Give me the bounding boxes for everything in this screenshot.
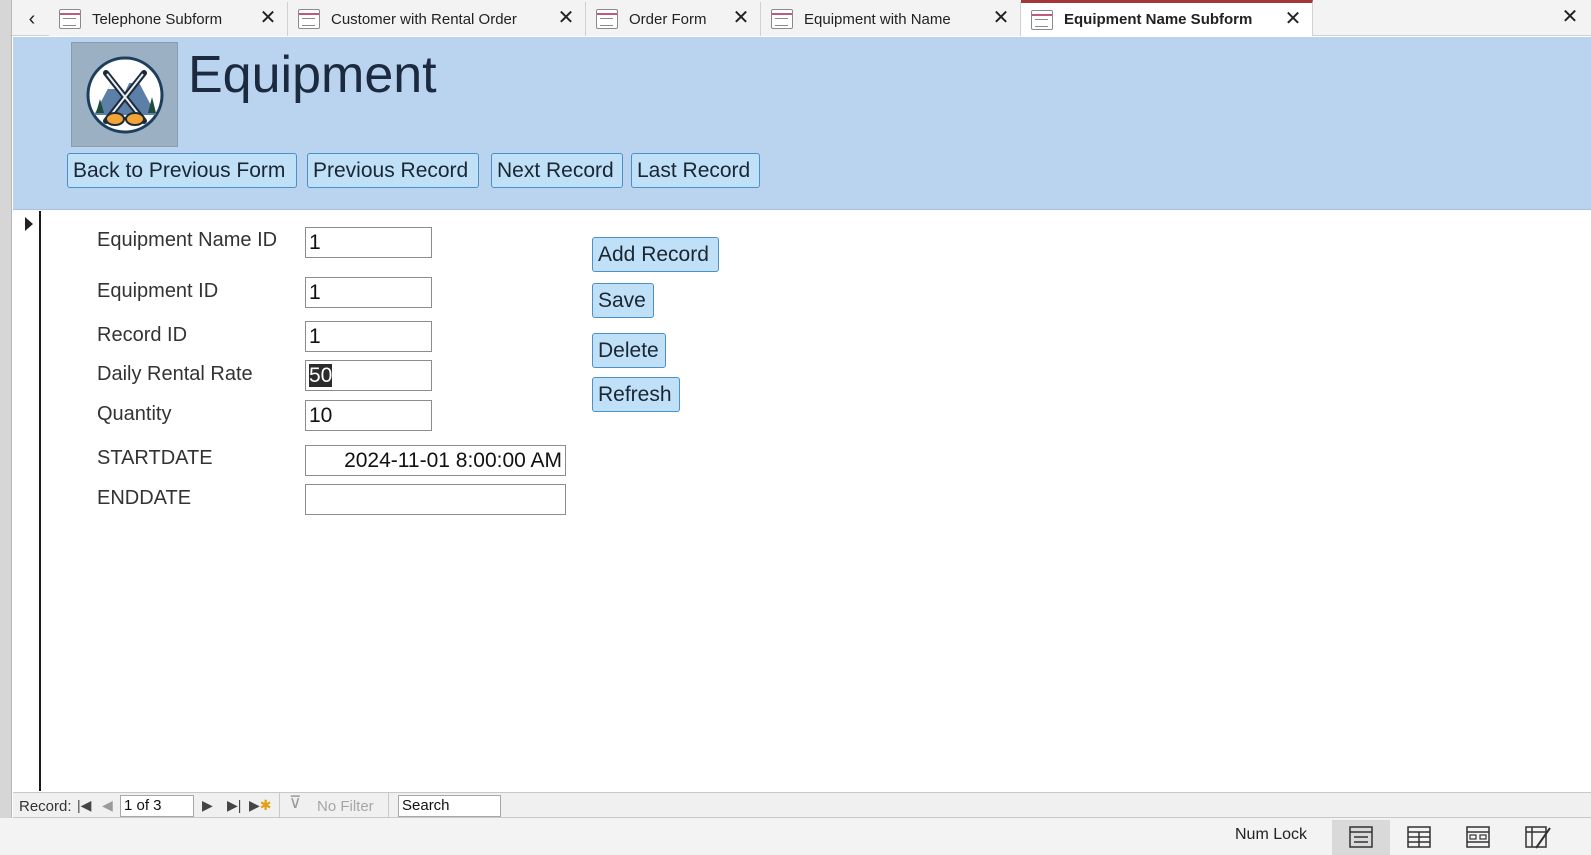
- record-navigation-bar: Record: |◀ ◀ 1 of 3 ▶ ▶| ▶✱ ⊽ No Filter …: [13, 792, 1591, 819]
- no-filter-indicator[interactable]: No Filter: [317, 798, 374, 815]
- previous-record-button[interactable]: Previous Record: [307, 153, 479, 188]
- form-title: Equipment: [188, 46, 437, 104]
- quantity-field[interactable]: 10: [305, 400, 432, 431]
- close-icon[interactable]: ✕: [990, 7, 1012, 29]
- next-record-button[interactable]: Next Record: [491, 153, 623, 188]
- selected-value-text: 50: [309, 364, 333, 387]
- document-tab-strip: ‹ Telephone Subform ✕ Customer with Rent…: [12, 0, 1591, 36]
- num-lock-indicator: Num Lock: [1235, 826, 1308, 843]
- tab-scroll-left-icon[interactable]: ‹: [20, 6, 44, 32]
- tab-equipment-name-subform[interactable]: Equipment Name Subform ✕: [1021, 0, 1313, 36]
- tab-equipment-with-name[interactable]: Equipment with Name ✕: [761, 2, 1021, 36]
- access-window: ‹ Telephone Subform ✕ Customer with Rent…: [0, 0, 1591, 855]
- divider: [388, 793, 389, 819]
- divider: [279, 793, 280, 819]
- add-record-button[interactable]: Add Record: [592, 237, 719, 272]
- tab-telephone-subform[interactable]: Telephone Subform ✕: [49, 2, 288, 36]
- tab-label: Telephone Subform: [92, 11, 223, 28]
- tab-label: Equipment Name Subform: [1064, 11, 1253, 28]
- datasheet-view-icon[interactable]: [1390, 820, 1448, 855]
- status-bar: Num Lock: [0, 818, 1591, 855]
- enddate-label: ENDDATE: [97, 487, 192, 509]
- form-header: Equipment Back to Previous Form Previous…: [13, 37, 1591, 210]
- record-id-field[interactable]: 1: [305, 321, 432, 352]
- form-icon: [59, 9, 81, 29]
- record-label: Record:: [19, 798, 72, 815]
- last-record-icon[interactable]: ▶|: [227, 795, 241, 815]
- tab-label: Equipment with Name: [804, 11, 951, 28]
- close-icon[interactable]: ✕: [1282, 8, 1304, 30]
- tab-order-form[interactable]: Order Form ✕: [586, 2, 761, 36]
- new-record-icon[interactable]: ▶✱: [249, 795, 272, 815]
- enddate-field[interactable]: [305, 484, 566, 515]
- design-view-icon[interactable]: [1508, 820, 1566, 855]
- record-id-label: Record ID: [97, 324, 188, 346]
- close-icon[interactable]: ✕: [730, 7, 752, 29]
- back-to-previous-form-button[interactable]: Back to Previous Form: [67, 153, 297, 188]
- form-icon: [771, 9, 793, 29]
- form-icon: [596, 9, 618, 29]
- tab-customer-with-rental-order[interactable]: Customer with Rental Order ✕: [288, 2, 586, 36]
- filter-off-icon: ⊽: [289, 793, 302, 812]
- navigation-pane-collapsed[interactable]: [0, 0, 12, 818]
- current-record-arrow-icon: [25, 217, 33, 231]
- close-icon[interactable]: ✕: [555, 7, 577, 29]
- startdate-field[interactable]: 2024-11-01 8:00:00 AM: [305, 445, 566, 476]
- current-record-field[interactable]: 1 of 3: [120, 795, 194, 817]
- form-icon: [298, 9, 320, 29]
- equipment-id-field[interactable]: 1: [305, 277, 432, 308]
- record-selector[interactable]: [13, 211, 41, 791]
- first-record-icon[interactable]: |◀: [77, 795, 91, 815]
- last-record-button[interactable]: Last Record: [631, 153, 760, 188]
- startdate-label: STARTDATE: [97, 447, 213, 469]
- tab-label: Customer with Rental Order: [331, 11, 517, 28]
- previous-record-icon[interactable]: ◀: [102, 795, 113, 815]
- close-icon[interactable]: ✕: [257, 7, 279, 29]
- delete-button[interactable]: Delete: [592, 333, 666, 368]
- close-document-icon[interactable]: ✕: [1559, 5, 1581, 29]
- tab-label: Order Form: [629, 11, 707, 28]
- next-record-icon[interactable]: ▶: [202, 795, 213, 815]
- equipment-name-id-label: Equipment Name ID: [97, 229, 278, 251]
- search-input[interactable]: Search: [398, 795, 501, 817]
- equipment-id-label: Equipment ID: [97, 280, 219, 302]
- equipment-name-id-field[interactable]: 1: [305, 227, 432, 258]
- quantity-label: Quantity: [97, 403, 172, 425]
- daily-rental-rate-field[interactable]: 50: [305, 360, 432, 391]
- daily-rental-rate-label: Daily Rental Rate: [97, 363, 253, 385]
- company-logo: [71, 42, 178, 147]
- form-icon: [1031, 10, 1053, 30]
- save-button[interactable]: Save: [592, 283, 654, 318]
- form-view-icon[interactable]: [1332, 820, 1390, 855]
- layout-view-icon[interactable]: [1449, 820, 1507, 855]
- refresh-button[interactable]: Refresh: [592, 377, 680, 412]
